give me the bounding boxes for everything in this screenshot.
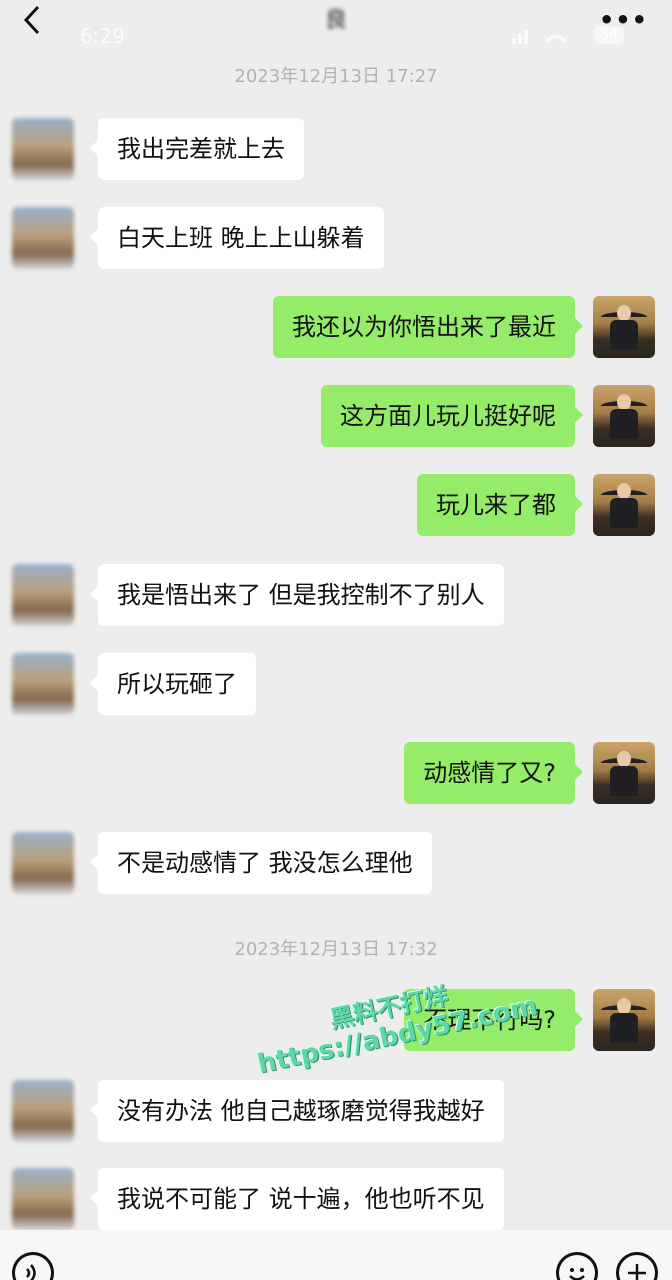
- top-bar: 6:29 良 84 •••: [0, 0, 672, 50]
- message-bubble-left[interactable]: 不是动感情了 我没怎么理他: [90, 832, 432, 894]
- more-dots-icon: •••: [598, 6, 648, 34]
- contact-avatar[interactable]: [12, 118, 74, 180]
- input-bar: [0, 1230, 672, 1280]
- status-time: 6:29: [80, 24, 125, 48]
- message-bubble-left[interactable]: 我是悟出来了 但是我控制不了别人: [90, 564, 504, 626]
- message-bubble-left[interactable]: 所以玩砸了: [90, 653, 256, 715]
- contact-avatar[interactable]: [12, 1080, 74, 1142]
- message-bubble-left[interactable]: 白天上班 晚上上山躲着: [90, 207, 384, 269]
- message-bubble-left[interactable]: 我出完差就上去: [90, 118, 304, 180]
- contact-avatar[interactable]: [12, 832, 74, 894]
- chevron-left-icon: [23, 5, 40, 35]
- self-avatar[interactable]: [593, 296, 655, 358]
- contact-avatar[interactable]: [12, 653, 74, 715]
- message-bubble-right[interactable]: 玩儿来了都: [417, 474, 583, 536]
- contact-avatar[interactable]: [12, 1168, 74, 1230]
- chat-area[interactable]: 2023年12月13日 17:27 我出完差就上去 白天上班 晚上上山躲着 我还…: [0, 50, 672, 1230]
- timestamp: 2023年12月13日 17:32: [234, 939, 438, 960]
- contact-avatar[interactable]: [12, 564, 74, 626]
- self-avatar[interactable]: [593, 385, 655, 447]
- message-bubble-right[interactable]: 这方面儿玩儿挺好呢: [321, 385, 583, 447]
- emoji-button[interactable]: [556, 1252, 598, 1280]
- message-bubble-right[interactable]: 不理不行吗?: [404, 989, 583, 1051]
- message-bubble-right[interactable]: 我还以为你悟出来了最近: [273, 296, 583, 358]
- self-avatar[interactable]: [593, 742, 655, 804]
- chat-title: 良: [324, 8, 347, 33]
- signal-wifi-icon: [512, 30, 568, 44]
- voice-icon: [26, 1264, 36, 1280]
- message-bubble-left[interactable]: 我说不可能了 说十遍，他也听不见: [90, 1168, 504, 1230]
- self-avatar[interactable]: [593, 474, 655, 536]
- back-button[interactable]: [14, 2, 50, 38]
- self-avatar[interactable]: [593, 989, 655, 1051]
- contact-avatar[interactable]: [12, 207, 74, 269]
- plus-icon: [628, 1264, 646, 1280]
- plus-button[interactable]: [616, 1252, 658, 1280]
- message-bubble-left[interactable]: 没有办法 他自己越琢磨觉得我越好: [90, 1080, 504, 1142]
- timestamp: 2023年12月13日 17:27: [234, 66, 438, 87]
- voice-button[interactable]: [12, 1252, 54, 1280]
- more-button[interactable]: •••: [599, 6, 648, 34]
- message-bubble-right[interactable]: 动感情了又?: [404, 742, 583, 804]
- emoji-icon: [569, 1268, 585, 1280]
